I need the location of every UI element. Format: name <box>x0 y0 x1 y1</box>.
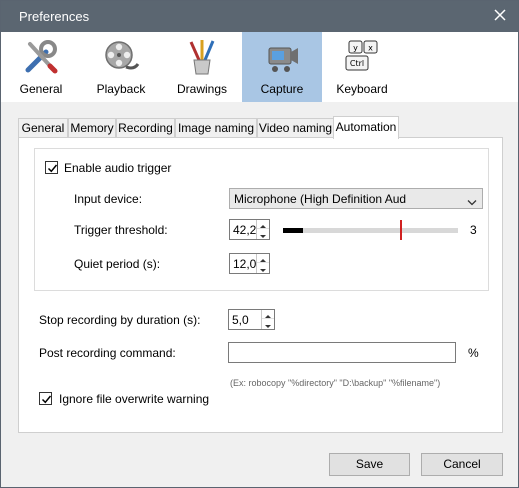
key-label: y <box>353 44 358 53</box>
tools-icon <box>22 38 60 76</box>
tab-automation[interactable]: Automation <box>333 116 399 139</box>
enable-audio-trigger-label: Enable audio trigger <box>64 161 172 175</box>
stepper-arrows <box>261 310 274 329</box>
category-toolbar: General Playback Drawings Capture y x Ct… <box>1 32 518 102</box>
toolbar-label: Keyboard <box>336 82 388 96</box>
tab-video-naming[interactable]: Video naming <box>257 118 334 138</box>
keyboard-icon: y x Ctrl <box>343 38 381 76</box>
trigger-threshold-slider[interactable] <box>283 220 458 240</box>
quiet-period-label: Quiet period (s): <box>74 257 161 271</box>
quiet-period-stepper[interactable]: 12,0 <box>229 253 270 274</box>
chevron-down-icon <box>467 195 477 209</box>
trigger-threshold-stepper[interactable]: 42,2 <box>229 219 270 240</box>
input-device-value: Microphone (High Definition Aud <box>234 192 407 206</box>
stepper-arrows <box>256 254 269 273</box>
threshold-marker[interactable] <box>400 220 402 240</box>
stepper-up-icon[interactable] <box>257 254 269 263</box>
tab-image-naming[interactable]: Image naming <box>175 118 257 138</box>
tab-general[interactable]: General <box>18 118 68 138</box>
stop-recording-label: Stop recording by duration (s): <box>39 313 201 327</box>
stop-recording-stepper[interactable]: 5,0 <box>228 309 275 330</box>
window-title: Preferences <box>19 9 90 24</box>
title-bar: Preferences <box>1 1 518 32</box>
threshold-level-text: 3 <box>470 223 477 237</box>
toolbar-capture[interactable]: Capture <box>242 32 322 102</box>
toolbar-general[interactable]: General <box>1 32 81 102</box>
toolbar-keyboard[interactable]: y x Ctrl Keyboard <box>322 32 402 102</box>
enable-audio-trigger-checkbox[interactable] <box>45 161 58 174</box>
save-button[interactable]: Save <box>329 453 410 476</box>
tab-memory[interactable]: Memory <box>68 118 116 138</box>
quiet-period-value: 12,0 <box>233 257 257 271</box>
stepper-up-icon[interactable] <box>257 220 269 229</box>
ignore-overwrite-label: Ignore file overwrite warning <box>59 392 210 406</box>
brushes-icon <box>183 38 221 76</box>
toolbar-label: General <box>19 82 63 96</box>
slider-track <box>283 228 458 233</box>
toolbar-playback[interactable]: Playback <box>81 32 161 102</box>
cancel-button[interactable]: Cancel <box>421 453 503 476</box>
trigger-threshold-label: Trigger threshold: <box>74 223 168 237</box>
toolbar-label: Drawings <box>176 82 227 96</box>
stop-recording-value: 5,0 <box>232 313 249 327</box>
ignore-overwrite-checkbox[interactable] <box>39 392 52 405</box>
key-label: x <box>368 44 373 53</box>
audio-trigger-group: Enable audio trigger Input device: Micro… <box>34 148 489 291</box>
stepper-arrows <box>256 220 269 239</box>
toolbar-label: Playback <box>96 82 146 96</box>
toolbar-label: Capture <box>260 82 304 96</box>
stepper-down-icon[interactable] <box>257 264 269 273</box>
stepper-down-icon[interactable] <box>262 320 274 329</box>
key-label: Ctrl <box>350 59 364 68</box>
post-command-unit: % <box>468 346 479 360</box>
film-reel-icon <box>102 38 140 76</box>
tab-recording[interactable]: Recording <box>116 118 175 138</box>
stepper-down-icon[interactable] <box>257 230 269 239</box>
trigger-threshold-value: 42,2 <box>233 223 257 237</box>
preferences-window: Preferences General Playback Drawings Ca… <box>0 0 519 488</box>
automation-panel: Enable audio trigger Input device: Micro… <box>18 137 503 433</box>
post-command-hint: (Ex: robocopy "%directory" "D:\backup" "… <box>230 378 441 388</box>
close-icon[interactable] <box>492 7 508 25</box>
level-meter-fill <box>283 228 303 233</box>
input-device-select[interactable]: Microphone (High Definition Aud <box>229 188 483 209</box>
toolbar-drawings[interactable]: Drawings <box>162 32 242 102</box>
post-command-label: Post recording command: <box>39 346 176 360</box>
input-device-label: Input device: <box>74 192 143 206</box>
stepper-up-icon[interactable] <box>262 310 274 319</box>
camcorder-icon <box>263 38 301 76</box>
post-command-input[interactable] <box>228 342 456 363</box>
